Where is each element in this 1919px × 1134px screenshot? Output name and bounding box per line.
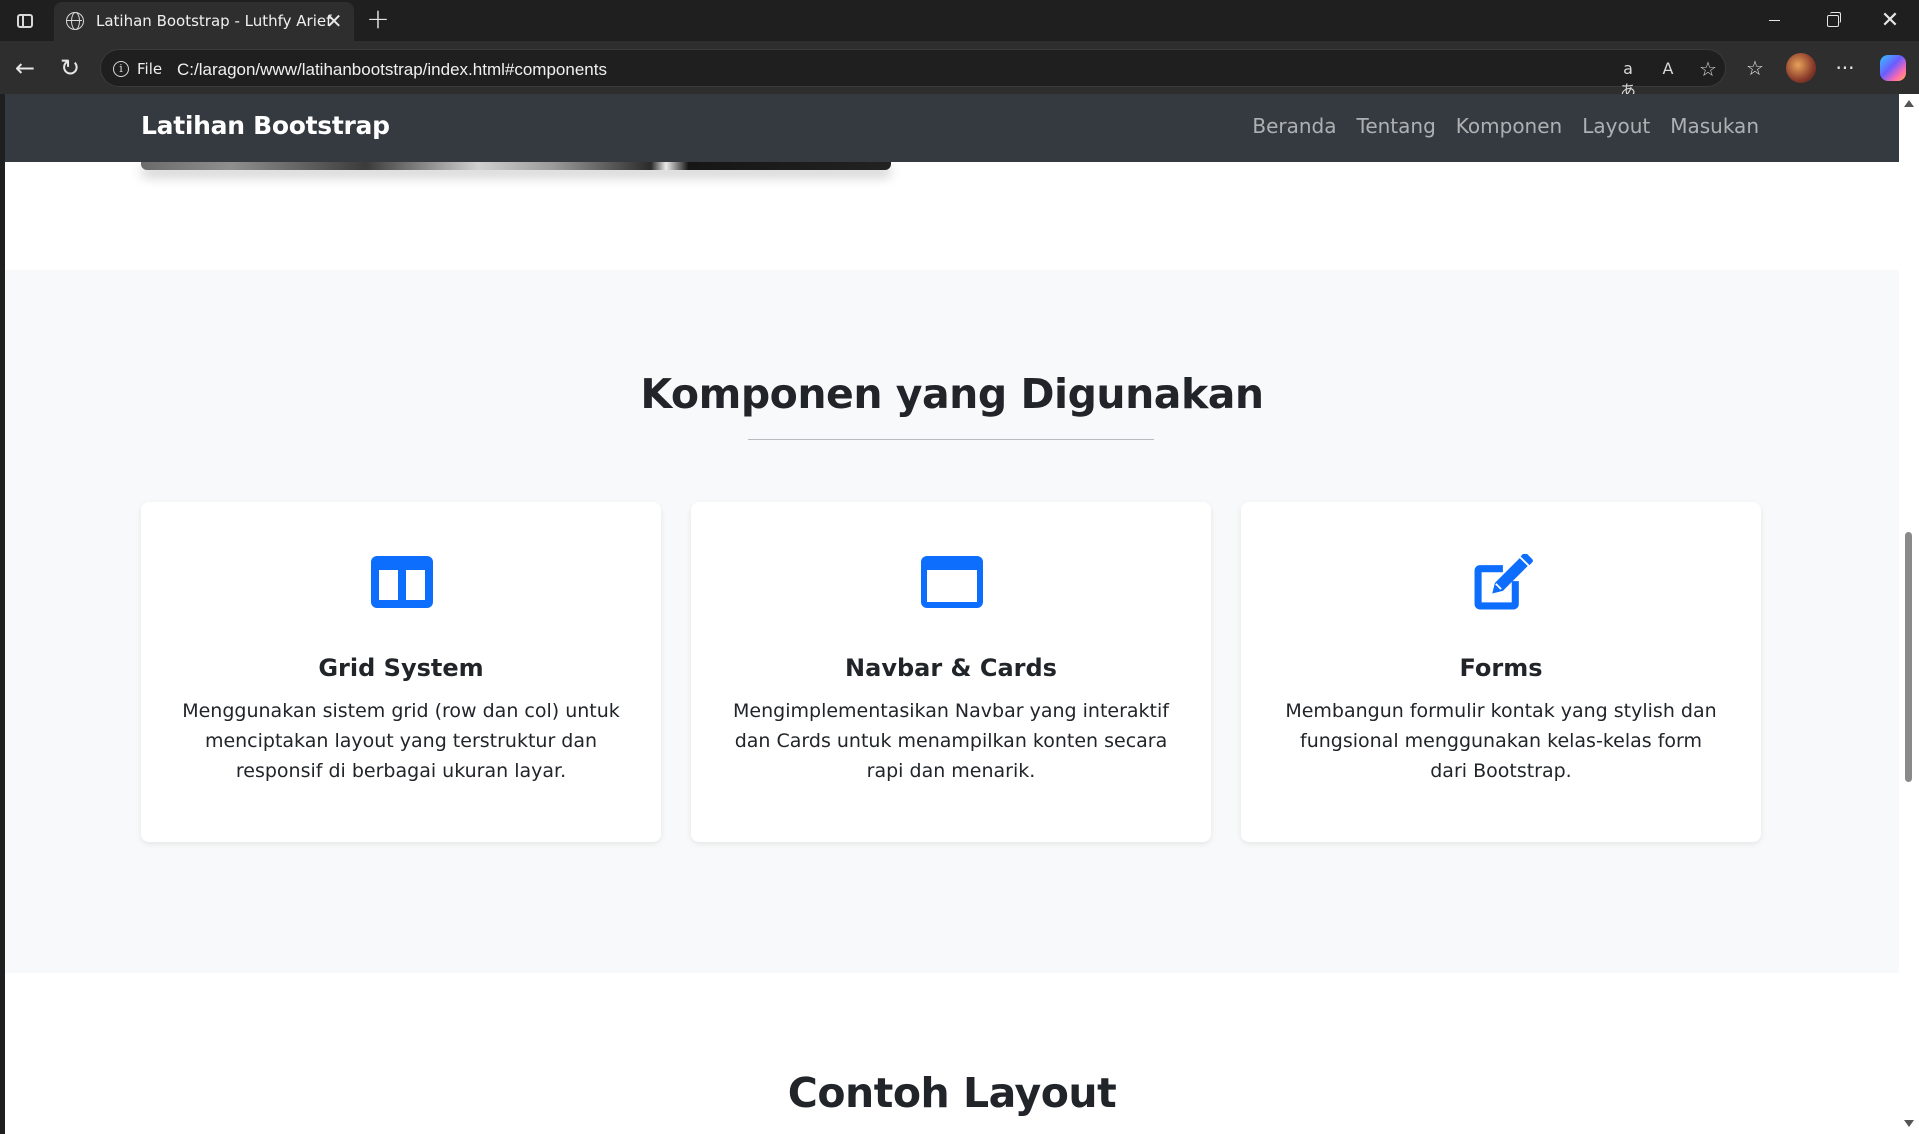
new-tab-button[interactable]: +	[364, 5, 392, 34]
tab-title: Latihan Bootstrap - Luthfy Arief	[96, 12, 332, 30]
profile-avatar[interactable]	[1786, 53, 1816, 83]
file-scheme-label: File	[137, 60, 163, 78]
component-card: Grid System Menggunakan sistem grid (row…	[141, 502, 661, 842]
nav-link-tentang[interactable]: Tentang	[1357, 114, 1436, 138]
favorite-star-icon[interactable]: ☆	[1697, 58, 1719, 80]
section-title: Komponen yang Digunakan	[640, 370, 1264, 418]
vertical-scrollbar[interactable]	[1899, 94, 1919, 1134]
restore-button[interactable]	[1810, 6, 1854, 36]
page-viewport: Latihan Bootstrap Beranda Tentang Kompon…	[5, 94, 1899, 1134]
navbar-brand[interactable]: Latihan Bootstrap	[141, 111, 390, 140]
nav-link-beranda[interactable]: Beranda	[1252, 114, 1336, 138]
scroll-thumb[interactable]	[1905, 532, 1912, 782]
navbar-links: Beranda Tentang Komponen Layout Masukan	[1252, 114, 1759, 138]
address-bar[interactable]: i File C:/laragon/www/latihanbootstrap/i…	[100, 49, 1726, 100]
layout-columns-icon	[371, 556, 433, 608]
browser-tab[interactable]: Latihan Bootstrap - Luthfy Arief ✕	[54, 2, 354, 41]
card-title: Navbar & Cards	[845, 654, 1057, 682]
nav-link-masukan[interactable]: Masukan	[1670, 114, 1759, 138]
more-options-icon[interactable]: ···	[1832, 55, 1858, 81]
browser-toolbar: ← ↻ i File C:/laragon/www/latihanbootstr…	[0, 41, 1919, 100]
about-image-bottom-edge	[141, 162, 891, 170]
nav-link-layout[interactable]: Layout	[1582, 114, 1650, 138]
nav-link-komponen[interactable]: Komponen	[1456, 114, 1562, 138]
components-section: Komponen yang Digunakan Grid System Meng…	[5, 270, 1899, 973]
component-card: Forms Membangun formulir kontak yang sty…	[1241, 502, 1761, 842]
reload-button[interactable]: ↻	[55, 53, 85, 83]
copilot-icon[interactable]	[1880, 55, 1906, 81]
close-window-button[interactable]: ✕	[1868, 6, 1912, 36]
tab-actions-icon	[17, 14, 33, 28]
scroll-up-arrow-icon[interactable]	[1904, 100, 1914, 107]
component-card: Navbar & Cards Mengimplementasikan Navba…	[691, 502, 1211, 842]
globe-icon	[66, 12, 84, 30]
favorites-icon[interactable]: ☆	[1742, 55, 1768, 81]
url-text[interactable]: C:/laragon/www/latihanbootstrap/index.ht…	[177, 60, 607, 80]
tab-actions-button[interactable]	[12, 9, 38, 33]
browser-tab-bar: Latihan Bootstrap - Luthfy Arief ✕ + ✕	[0, 0, 1919, 41]
tab-close-icon[interactable]: ✕	[322, 9, 346, 33]
card-text: Mengimplementasikan Navbar yang interakt…	[733, 700, 1169, 782]
read-aloud-icon[interactable]: A	[1657, 58, 1679, 80]
back-button[interactable]: ←	[10, 53, 40, 83]
card-title: Forms	[1459, 654, 1543, 682]
minimize-button[interactable]	[1752, 6, 1796, 36]
site-navbar: Latihan Bootstrap Beranda Tentang Kompon…	[5, 94, 1899, 162]
browser-window-icon	[921, 556, 983, 608]
title-divider	[748, 439, 1154, 440]
layout-section-title: Contoh Layout	[787, 1069, 1117, 1117]
translate-icon[interactable]: aあ	[1617, 58, 1639, 100]
scroll-down-arrow-icon[interactable]	[1904, 1120, 1914, 1127]
card-text: Membangun formulir kontak yang stylish d…	[1285, 700, 1717, 782]
pencil-square-icon	[1474, 554, 1533, 610]
card-text: Menggunakan sistem grid (row dan col) un…	[182, 700, 620, 782]
info-icon[interactable]: i	[113, 61, 129, 77]
card-title: Grid System	[318, 654, 484, 682]
